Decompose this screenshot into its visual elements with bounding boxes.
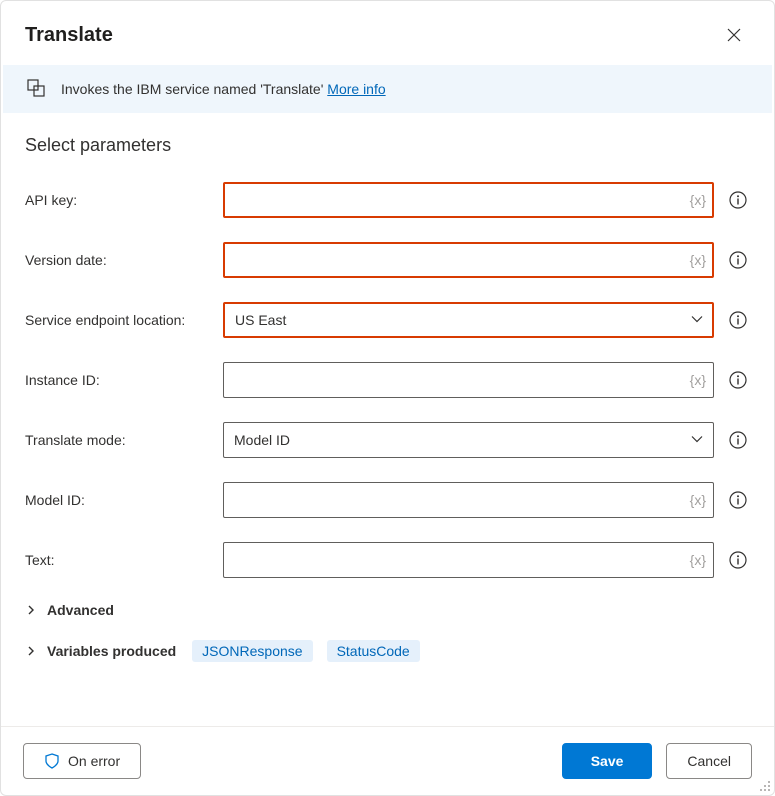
on-error-label: On error — [68, 753, 120, 769]
info-icon — [729, 311, 747, 329]
variable-chip[interactable]: JSONResponse — [192, 640, 312, 662]
save-label: Save — [591, 753, 624, 769]
version-date-input[interactable] — [223, 242, 714, 278]
info-banner: Invokes the IBM service named 'Translate… — [3, 65, 772, 113]
dialog-title: Translate — [25, 24, 113, 47]
dialog-footer: On error Save Cancel — [1, 726, 774, 795]
chevron-right-icon — [25, 645, 39, 657]
row-instance-id: Instance ID: {x} — [25, 362, 750, 398]
cancel-label: Cancel — [687, 753, 731, 769]
banner-text-content: Invokes the IBM service named 'Translate… — [61, 81, 323, 97]
endpoint-select[interactable]: US East — [223, 302, 714, 338]
label-api-key: API key: — [25, 192, 211, 208]
info-icon — [729, 491, 747, 509]
text-input[interactable] — [223, 542, 714, 578]
variables-label: Variables produced — [47, 643, 176, 659]
label-instance-id: Instance ID: — [25, 372, 211, 388]
instance-id-input[interactable] — [223, 362, 714, 398]
cancel-button[interactable]: Cancel — [666, 743, 752, 779]
row-translate-mode: Translate mode: Model ID — [25, 422, 750, 458]
more-info-link[interactable]: More info — [327, 81, 385, 97]
label-version-date: Version date: — [25, 252, 211, 268]
advanced-label: Advanced — [47, 602, 114, 618]
label-text: Text: — [25, 552, 211, 568]
info-button-instance-id[interactable] — [726, 368, 750, 392]
dialog-header: Translate — [1, 1, 774, 65]
label-translate-mode: Translate mode: — [25, 432, 211, 448]
label-model-id: Model ID: — [25, 492, 211, 508]
info-button-translate-mode[interactable] — [726, 428, 750, 452]
action-icon — [27, 79, 47, 99]
row-text: Text: {x} — [25, 542, 750, 578]
info-icon — [729, 191, 747, 209]
info-button-text[interactable] — [726, 548, 750, 572]
variable-chip[interactable]: StatusCode — [327, 640, 420, 662]
info-icon — [729, 431, 747, 449]
info-button-endpoint[interactable] — [726, 308, 750, 332]
advanced-toggle[interactable]: Advanced — [25, 602, 750, 618]
close-icon — [727, 28, 741, 42]
api-key-input[interactable] — [223, 182, 714, 218]
dialog-content: Select parameters API key: {x} Version d… — [1, 113, 774, 726]
info-icon — [729, 251, 747, 269]
translate-mode-select[interactable]: Model ID — [223, 422, 714, 458]
variable-chips: JSONResponse StatusCode — [192, 640, 420, 662]
translate-mode-value: Model ID — [234, 432, 290, 448]
info-button-version-date[interactable] — [726, 248, 750, 272]
endpoint-value: US East — [235, 312, 286, 328]
on-error-button[interactable]: On error — [23, 743, 141, 779]
shield-icon — [44, 753, 60, 769]
chevron-right-icon — [25, 604, 39, 616]
info-icon — [729, 551, 747, 569]
translate-dialog: Translate Invokes the IBM service named … — [0, 0, 775, 796]
variables-produced-toggle[interactable]: Variables produced JSONResponse StatusCo… — [25, 640, 750, 662]
model-id-input[interactable] — [223, 482, 714, 518]
row-api-key: API key: {x} — [25, 182, 750, 218]
banner-text: Invokes the IBM service named 'Translate… — [61, 81, 386, 97]
info-button-api-key[interactable] — [726, 188, 750, 212]
close-button[interactable] — [718, 19, 750, 51]
section-title: Select parameters — [25, 135, 750, 156]
save-button[interactable]: Save — [562, 743, 653, 779]
row-endpoint: Service endpoint location: US East — [25, 302, 750, 338]
label-endpoint: Service endpoint location: — [25, 312, 211, 328]
info-icon — [729, 371, 747, 389]
row-model-id: Model ID: {x} — [25, 482, 750, 518]
info-button-model-id[interactable] — [726, 488, 750, 512]
row-version-date: Version date: {x} — [25, 242, 750, 278]
